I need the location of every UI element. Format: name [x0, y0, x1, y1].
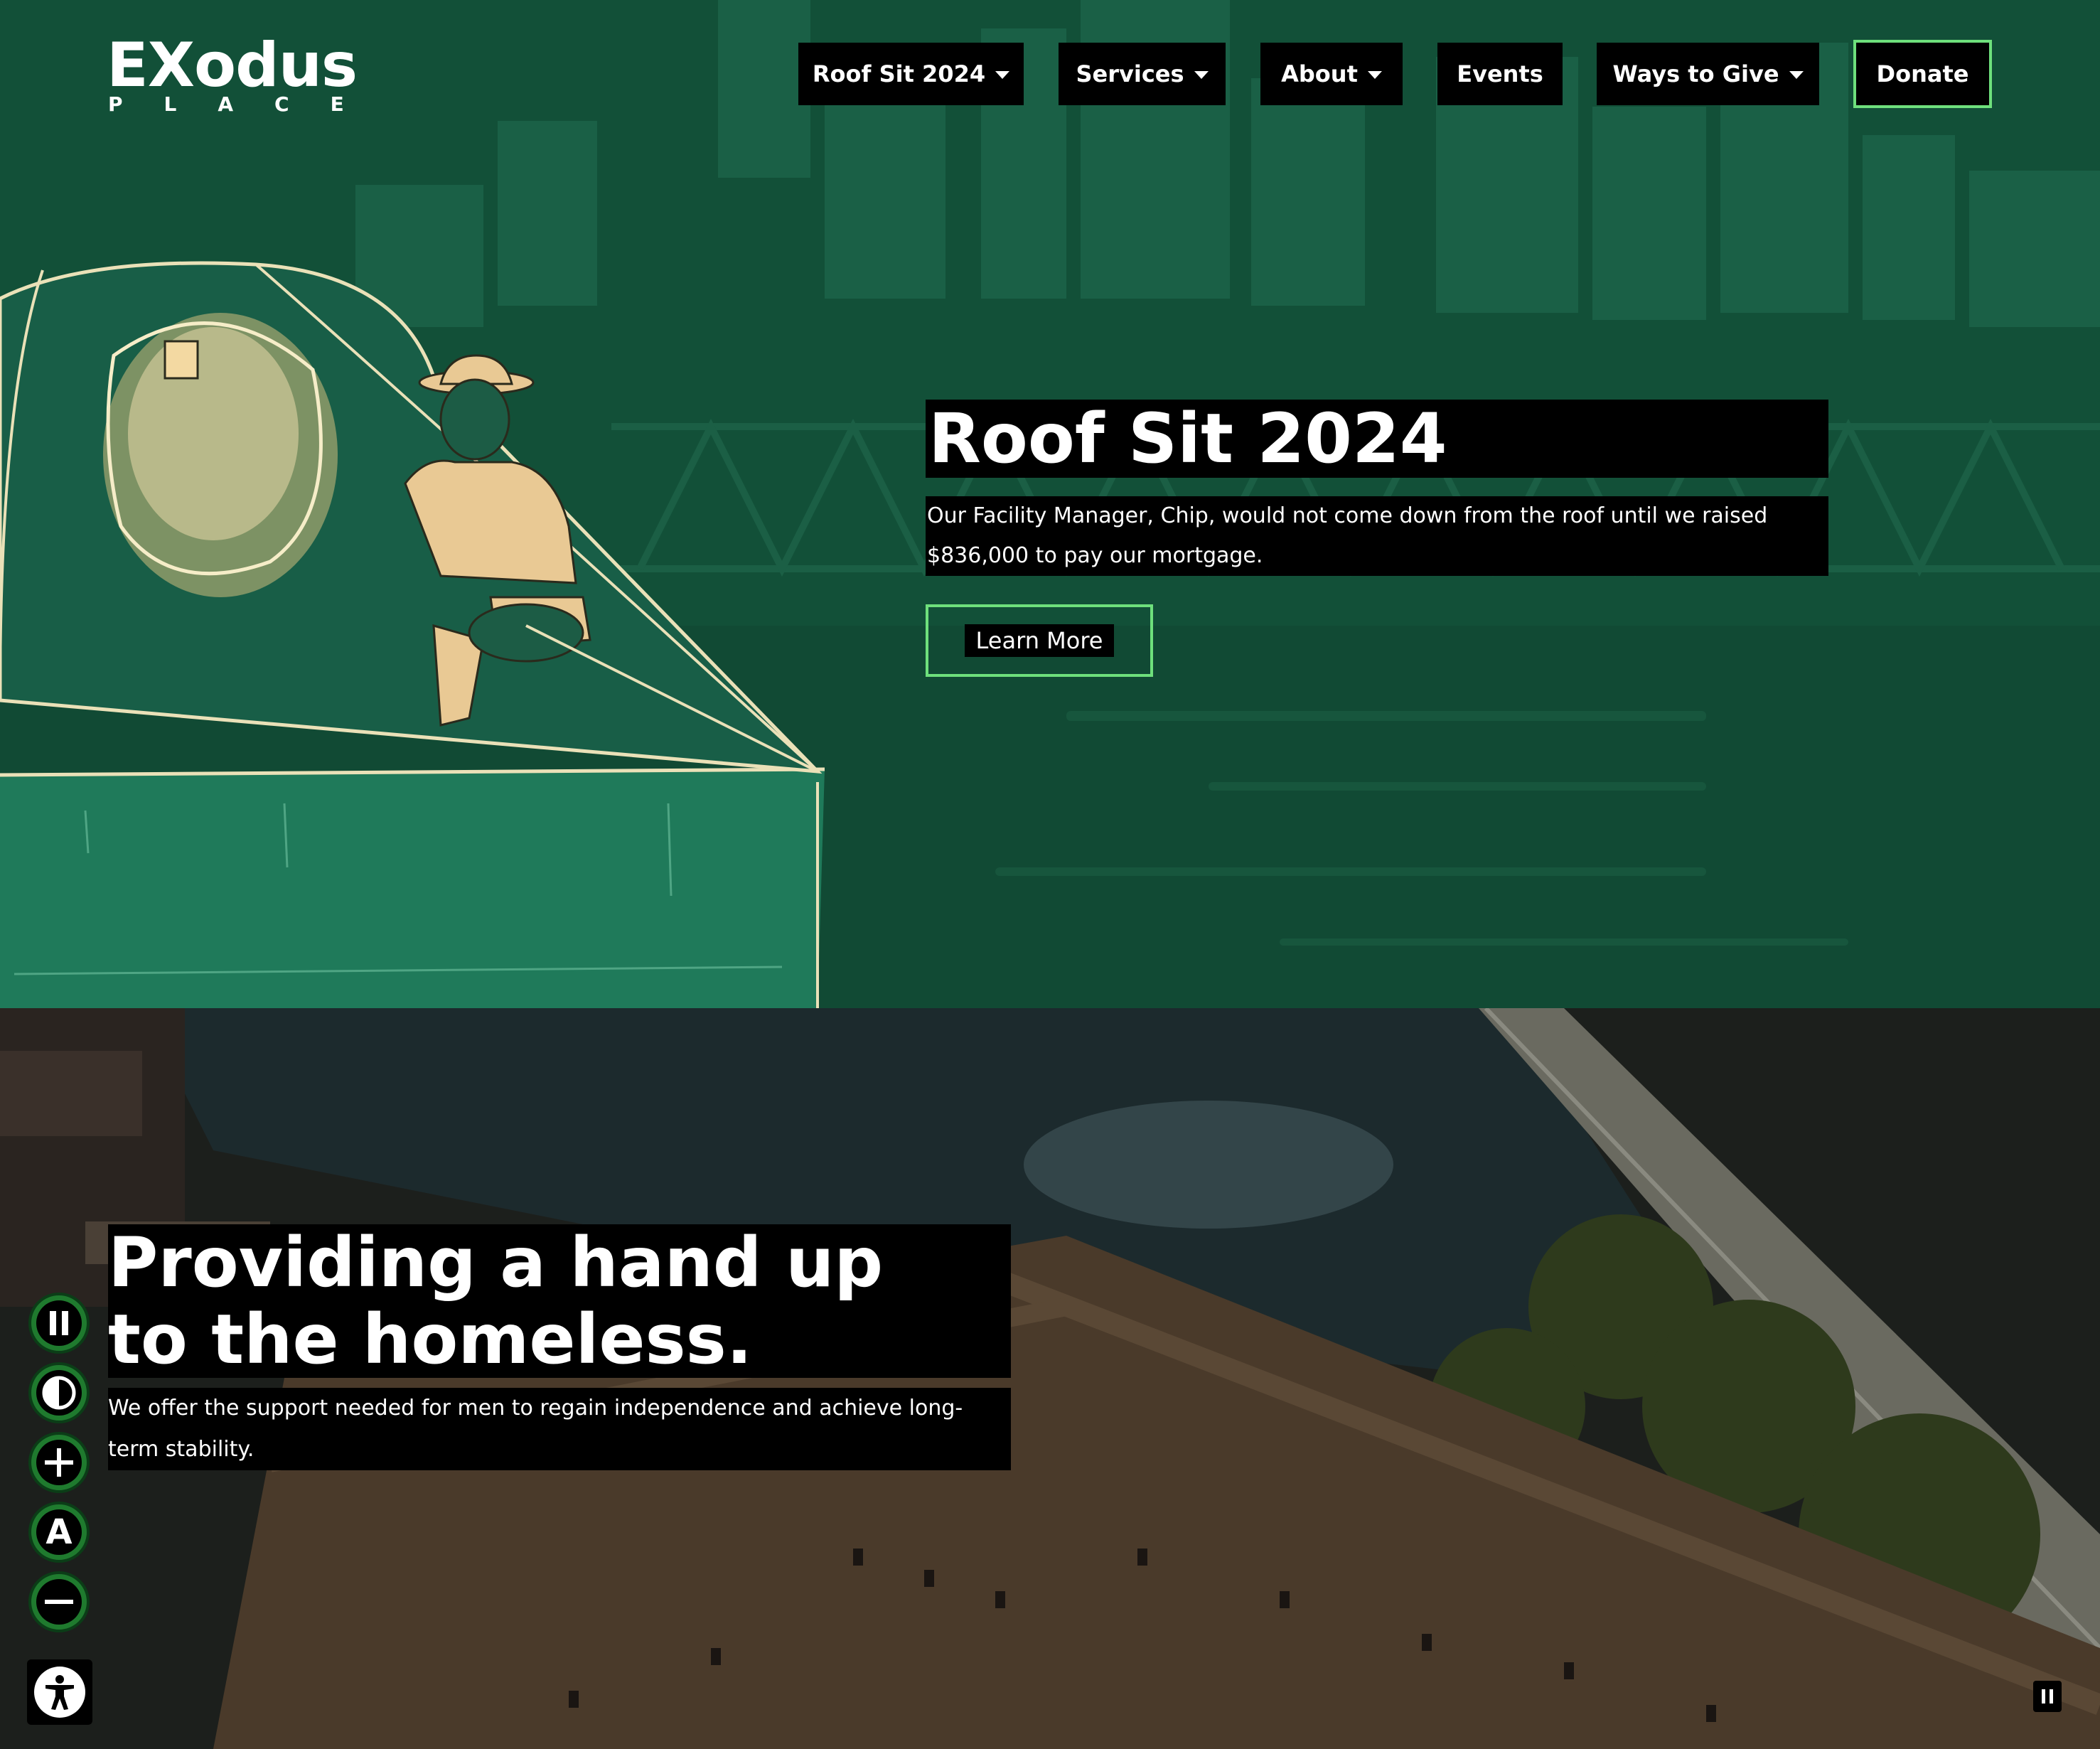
mission-content: Providing a hand up to the homeless. We …: [108, 1224, 1011, 1470]
chevron-down-icon: [995, 70, 1010, 79]
zoom-in-button[interactable]: [28, 1432, 90, 1493]
readable-font-button[interactable]: A: [28, 1502, 90, 1563]
pause-icon: [2042, 1689, 2053, 1703]
nav-item-ways-to-give[interactable]: Ways to Give: [1597, 43, 1819, 105]
mission-title: Providing a hand up to the homeless.: [108, 1224, 1011, 1378]
chevron-down-icon: [1789, 70, 1804, 79]
hero-description: Our Facility Manager, Chip, would not co…: [926, 496, 1828, 576]
zoom-in-icon: [36, 1440, 82, 1485]
mission-title-line-1: Providing a hand up: [108, 1223, 884, 1303]
accessibility-menu-button[interactable]: [27, 1659, 92, 1725]
video-pause-button[interactable]: [2033, 1681, 2062, 1712]
contrast-icon: [36, 1370, 82, 1416]
donate-label: Donate: [1876, 60, 1969, 87]
learn-more-label: Learn More: [964, 624, 1115, 657]
donate-button[interactable]: Donate: [1853, 40, 1992, 108]
learn-more-button[interactable]: Learn More: [926, 604, 1153, 677]
zoom-out-icon: [36, 1579, 82, 1625]
site-header: EXodus PLACE Roof Sit 2024 Services Abou…: [0, 0, 2100, 149]
readable-font-icon: A: [36, 1509, 82, 1555]
mission-section: Providing a hand up to the homeless. We …: [0, 1008, 2100, 1749]
contrast-button[interactable]: [28, 1362, 90, 1423]
nav-item-label: Ways to Give: [1612, 60, 1779, 87]
mission-title-line-2: to the homeless.: [108, 1300, 753, 1379]
chevron-down-icon: [1367, 70, 1382, 79]
chevron-down-icon: [1194, 70, 1209, 79]
hero-section: EXodus PLACE Roof Sit 2024 Services Abou…: [0, 0, 2100, 1008]
hero-content: Roof Sit 2024 Our Facility Manager, Chip…: [926, 400, 1828, 677]
accessibility-icon: [34, 1667, 85, 1718]
nav-item-label: Events: [1457, 60, 1543, 87]
nav-item-label: Roof Sit 2024: [812, 60, 986, 87]
pause-animations-button[interactable]: [28, 1293, 90, 1354]
main-navigation: Roof Sit 2024 Services About Events Ways…: [0, 40, 2100, 108]
nav-item-label: About: [1281, 60, 1358, 87]
nav-item-services[interactable]: Services: [1059, 43, 1226, 105]
mission-description: We offer the support needed for men to r…: [108, 1388, 1011, 1470]
zoom-out-button[interactable]: [28, 1571, 90, 1632]
nav-item-label: Services: [1076, 60, 1184, 87]
hero-title: Roof Sit 2024: [926, 400, 1828, 478]
pause-icon: [36, 1300, 82, 1346]
nav-item-roof-sit-2024[interactable]: Roof Sit 2024: [798, 43, 1024, 105]
nav-item-about[interactable]: About: [1260, 43, 1403, 105]
nav-item-events[interactable]: Events: [1437, 43, 1563, 105]
